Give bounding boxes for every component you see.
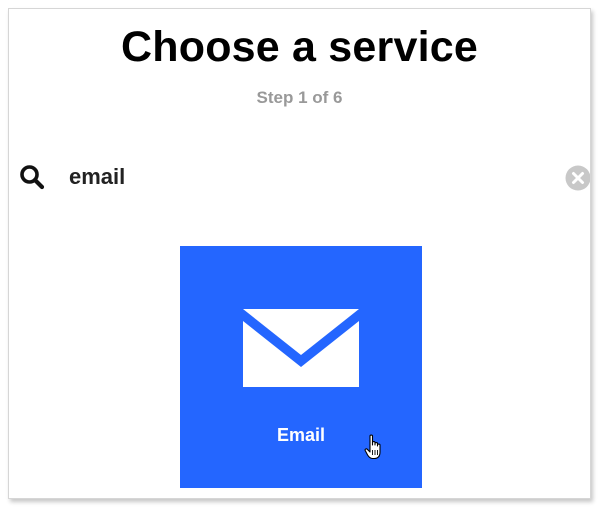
search-bar (9, 157, 590, 197)
service-tile-email[interactable]: Email (180, 246, 422, 488)
search-input[interactable] (65, 161, 553, 193)
service-chooser-window: Choose a service Step 1 of 6 Email (8, 8, 591, 499)
search-icon[interactable] (19, 164, 45, 190)
envelope-icon (243, 309, 359, 387)
hand-pointer-cursor-icon (364, 434, 384, 460)
clear-search-icon[interactable] (565, 165, 590, 191)
page-title: Choose a service (121, 23, 478, 71)
service-tile-label: Email (276, 425, 326, 445)
step-indicator: Step 1 of 6 (256, 88, 343, 107)
